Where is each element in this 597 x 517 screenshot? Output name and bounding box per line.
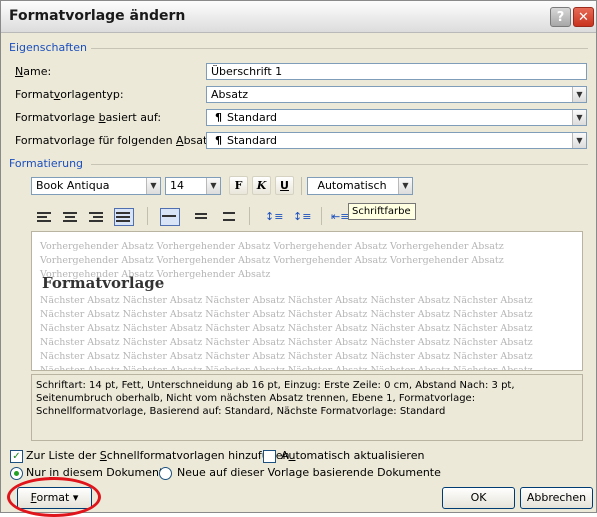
- toolbar-separator: [147, 207, 148, 225]
- indent-decrease-icon[interactable]: ⇤≡: [331, 210, 349, 224]
- group-label-eigenschaften: Eigenschaften: [9, 41, 87, 54]
- new-documents-radio[interactable]: [159, 467, 172, 480]
- preview-next-paragraph: Nächster Absatz Nächster Absatz Nächster…: [40, 295, 533, 371]
- group-divider: [91, 164, 588, 165]
- add-to-quick-styles-label: Zur Liste der Schnellformatvorlagen hinz…: [26, 449, 290, 462]
- format-button[interactable]: Format ▾: [17, 487, 92, 509]
- align-center-icon[interactable]: [63, 210, 79, 224]
- modify-style-dialog: Formatvorlage ändern ? ✕ Eigenschaften N…: [0, 0, 597, 517]
- chevron-down-icon: ▾: [72, 491, 79, 504]
- font-size-value: 14: [170, 179, 184, 192]
- font-select[interactable]: Book Antiqua ▼: [31, 177, 161, 195]
- name-label: Name:: [15, 65, 52, 78]
- chevron-down-icon[interactable]: ▼: [572, 87, 586, 102]
- add-to-quick-styles-checkbox[interactable]: ✓: [10, 450, 23, 463]
- only-this-document-radio[interactable]: [10, 467, 23, 480]
- align-right-icon[interactable]: [89, 210, 105, 224]
- auto-update-label: Automatisch aktualisieren: [281, 449, 425, 462]
- close-icon[interactable]: ✕: [573, 7, 594, 27]
- line-spacing-onehalf-icon[interactable]: [195, 210, 211, 224]
- font-value: Book Antiqua: [36, 179, 110, 192]
- font-size-select[interactable]: 14 ▼: [165, 177, 221, 195]
- toolbar-separator: [301, 177, 302, 195]
- help-icon[interactable]: ?: [550, 7, 571, 27]
- bold-button[interactable]: F: [229, 176, 248, 195]
- font-color-tooltip: Schriftfarbe: [348, 203, 416, 220]
- line-spacing-double-icon[interactable]: [223, 210, 239, 224]
- toolbar-separator: [321, 207, 322, 225]
- chevron-down-icon[interactable]: ▼: [398, 178, 412, 194]
- next-style-value: Standard: [227, 134, 278, 147]
- font-color-value: Automatisch: [317, 179, 387, 192]
- cancel-button[interactable]: Abbrechen: [520, 487, 593, 509]
- align-justify-icon[interactable]: [114, 208, 134, 226]
- align-left-icon[interactable]: [37, 210, 53, 224]
- title-bar: Formatvorlage ändern ? ✕: [1, 1, 596, 33]
- new-documents-label: Neue auf dieser Vorlage basierende Dokum…: [177, 466, 441, 479]
- only-this-document-label: Nur in diesem Dokument: [26, 466, 164, 479]
- space-before-decrease-icon[interactable]: ↕≡: [293, 210, 311, 224]
- preview-sample-heading: Formatvorlage: [42, 274, 165, 292]
- dialog-title: Formatvorlage ändern: [9, 8, 186, 24]
- ok-button[interactable]: OK: [442, 487, 515, 509]
- chevron-down-icon[interactable]: ▼: [572, 133, 586, 148]
- auto-update-checkbox[interactable]: [263, 450, 276, 463]
- based-on-label: Formatvorlage basiert auf:: [15, 111, 162, 124]
- style-preview: Vorhergehender Absatz Vorhergehender Abs…: [31, 231, 583, 371]
- style-description: Schriftart: 14 pt, Fett, Unterschneidung…: [31, 374, 583, 441]
- style-type-label: Formatvorlagentyp:: [15, 88, 124, 101]
- underline-button[interactable]: U: [275, 176, 294, 195]
- group-label-formatierung: Formatierung: [9, 157, 84, 170]
- space-before-increase-icon[interactable]: ↕≡: [265, 210, 283, 224]
- paragraph-icon: ¶: [215, 111, 222, 124]
- paragraph-icon: ¶: [215, 134, 222, 147]
- next-style-select[interactable]: ¶ Standard ▼: [206, 132, 587, 149]
- style-type-value: Absatz: [211, 88, 249, 101]
- font-color-select[interactable]: Automatisch ▼: [307, 177, 413, 195]
- based-on-value: Standard: [227, 111, 278, 124]
- line-spacing-single-icon[interactable]: [160, 208, 180, 226]
- based-on-select[interactable]: ¶ Standard ▼: [206, 109, 587, 126]
- chevron-down-icon[interactable]: ▼: [146, 178, 160, 194]
- italic-button[interactable]: K: [252, 176, 271, 195]
- chevron-down-icon[interactable]: ▼: [572, 110, 586, 125]
- style-type-select[interactable]: Absatz ▼: [206, 86, 587, 103]
- chevron-down-icon[interactable]: ▼: [206, 178, 220, 194]
- group-divider: [91, 48, 588, 49]
- next-style-label: Formatvorlage für folgenden Absatz:: [15, 134, 217, 147]
- name-input[interactable]: Überschrift 1: [206, 63, 587, 80]
- toolbar-separator: [249, 207, 250, 225]
